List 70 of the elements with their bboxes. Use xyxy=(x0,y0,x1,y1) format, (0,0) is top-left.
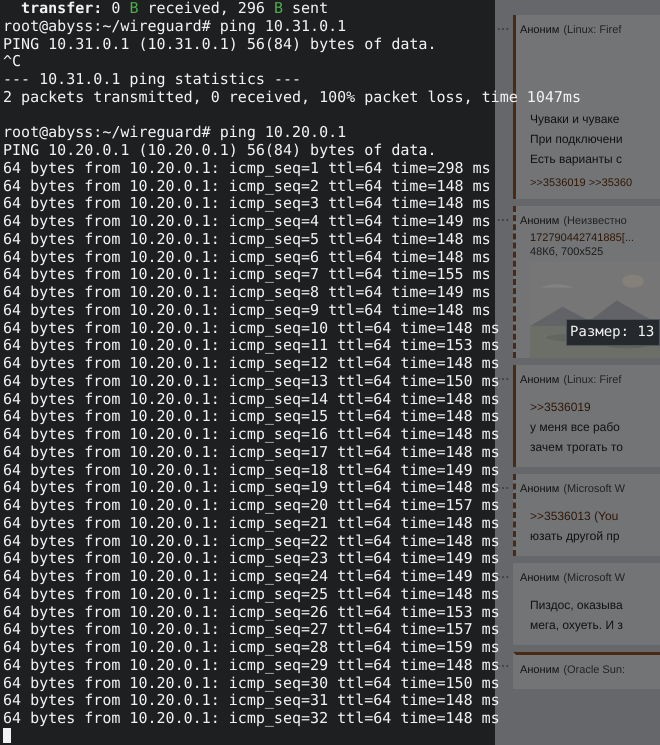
terminal-line: 64 bytes from 10.20.0.1: icmp_seq=13 ttl=64 time=150 ms xyxy=(3,372,500,390)
post-meta: (Microsoft W xyxy=(563,483,626,495)
terminal-line: 64 bytes from 10.20.0.1: icmp_seq=28 ttl=64 time=159 ms xyxy=(3,639,500,657)
terminal-line: 64 bytes from 10.20.0.1: icmp_seq=22 ttl=64 time=148 ms xyxy=(3,532,500,550)
post-meta: (Linux: Firef xyxy=(563,374,622,386)
terminal-line: 64 bytes from 10.20.0.1: icmp_seq=15 ttl=64 time=148 ms xyxy=(3,408,500,426)
post-text: Есть варианты с xyxy=(530,151,623,168)
author-name: Аноним xyxy=(520,483,560,495)
terminal-line: 64 bytes from 10.20.0.1: icmp_seq=19 ttl=64 time=148 ms xyxy=(3,479,500,497)
post-text: Чуваки и чуваке xyxy=(530,111,620,128)
terminal-line: 64 bytes from 10.20.0.1: icmp_seq=8 ttl=64 time=149 ms xyxy=(3,284,491,302)
post-text: у меня все рабо xyxy=(530,419,621,436)
tooltip: Размер: 13 xyxy=(566,319,660,346)
post-meta: (Неизвестно xyxy=(563,215,627,227)
author-name: Аноним xyxy=(520,24,560,36)
terminal-line: 64 bytes from 10.20.0.1: icmp_seq=21 ttl=64 time=148 ms xyxy=(3,514,500,532)
terminal-line: 64 bytes from 10.20.0.1: icmp_seq=31 ttl=64 time=148 ms xyxy=(3,692,500,710)
terminal-line: 64 bytes from 10.20.0.1: icmp_seq=16 ttl=64 time=148 ms xyxy=(3,426,500,444)
terminal-line: 64 bytes from 10.20.0.1: icmp_seq=27 ttl=64 time=157 ms xyxy=(3,621,500,639)
author-name: Аноним xyxy=(520,215,560,227)
terminal-line: --- 10.31.0.1 ping statistics --- xyxy=(3,71,302,89)
post-text: мега, охуеть. И з xyxy=(530,617,624,634)
more-icon[interactable] xyxy=(497,664,509,668)
terminal-line: 64 bytes from 10.20.0.1: icmp_seq=20 ttl=64 time=157 ms xyxy=(3,497,500,515)
terminal-line: 64 bytes from 10.20.0.1: icmp_seq=6 ttl=64 time=148 ms xyxy=(3,248,491,266)
terminal-line: PING 10.20.0.1 (10.20.0.1) 56(84) bytes of data. xyxy=(3,142,436,160)
terminal-line: 64 bytes from 10.20.0.1: icmp_seq=1 ttl=64 time=298 ms xyxy=(3,160,491,178)
file-link[interactable]: 172790442741885[... xyxy=(530,230,660,246)
terminal-line: 64 bytes from 10.20.0.1: icmp_seq=10 ttl=64 time=148 ms xyxy=(3,320,500,338)
more-icon[interactable] xyxy=(497,377,509,381)
author-name: Аноним xyxy=(520,374,560,386)
more-icon[interactable] xyxy=(497,486,509,490)
post-text: зачем трогать то xyxy=(530,439,624,456)
terminal-line: ^C xyxy=(3,53,22,71)
terminal-line: 64 bytes from 10.20.0.1: icmp_seq=26 ttl=64 time=153 ms xyxy=(3,604,500,622)
author-name: Аноним xyxy=(520,664,560,676)
terminal-line: 64 bytes from 10.20.0.1: icmp_seq=24 ttl=64 time=149 ms xyxy=(3,568,500,586)
terminal-line: 64 bytes from 10.20.0.1: icmp_seq=18 ttl=64 time=149 ms xyxy=(3,462,500,480)
terminal-line: 64 bytes from 10.20.0.1: icmp_seq=23 ttl=64 time=149 ms xyxy=(3,550,500,568)
file-info: 48Кб, 700x525 xyxy=(530,246,604,258)
terminal-line: 64 bytes from 10.20.0.1: icmp_seq=29 ttl=64 time=148 ms xyxy=(3,656,500,674)
terminal-line: 64 bytes from 10.20.0.1: icmp_seq=17 ttl=64 time=148 ms xyxy=(3,444,500,462)
terminal-line: root@abyss:~/wireguard# ping 10.31.0.1 xyxy=(3,18,346,36)
terminal-line: 64 bytes from 10.20.0.1: icmp_seq=14 ttl=64 time=148 ms xyxy=(3,390,500,408)
post-text: Пиздос, оказыва xyxy=(530,597,624,614)
terminal-line: 64 bytes from 10.20.0.1: icmp_seq=25 ttl=64 time=148 ms xyxy=(3,586,500,604)
terminal-line: 64 bytes from 10.20.0.1: icmp_seq=7 ttl=64 time=155 ms xyxy=(3,266,491,284)
reply-link[interactable]: >>3536019 xyxy=(530,397,660,417)
post-text: юзать другой пр xyxy=(530,528,621,545)
terminal-line: 64 bytes from 10.20.0.1: icmp_seq=2 ttl=64 time=148 ms xyxy=(3,178,491,196)
post-meta: (Linux: Firef xyxy=(563,24,622,36)
terminal-line: 64 bytes from 10.20.0.1: icmp_seq=4 ttl=64 time=149 ms xyxy=(3,213,491,231)
terminal-line: root@abyss:~/wireguard# ping 10.20.0.1 xyxy=(3,124,346,142)
more-icon[interactable] xyxy=(497,575,509,579)
terminal-line: transfer: 0 B received, 296 B sent xyxy=(20,0,328,18)
reply-link[interactable]: >>3536013 (You xyxy=(530,506,660,526)
reply-links[interactable]: >>3536019 >>35360 xyxy=(530,177,660,189)
terminal-line: 64 bytes from 10.20.0.1: icmp_seq=9 ttl=64 time=148 ms xyxy=(3,302,491,320)
post-text: При подключени xyxy=(530,131,624,148)
terminal-line: 64 bytes from 10.20.0.1: icmp_seq=11 ttl=64 time=153 ms xyxy=(3,337,500,355)
terminal-line: 64 bytes from 10.20.0.1: icmp_seq=30 ttl=64 time=150 ms xyxy=(3,674,500,692)
terminal-line: 64 bytes from 10.20.0.1: icmp_seq=32 ttl=64 time=148 ms xyxy=(3,710,500,728)
author-name: Аноним xyxy=(520,572,560,584)
post-meta: (Microsoft W xyxy=(563,572,626,584)
terminal-line: 64 bytes from 10.20.0.1: icmp_seq=3 ttl=64 time=148 ms xyxy=(3,195,491,213)
cursor-icon xyxy=(3,728,11,743)
terminal-line: 64 bytes from 10.20.0.1: icmp_seq=12 ttl=64 time=148 ms xyxy=(3,355,500,373)
terminal-line: 64 bytes from 10.20.0.1: icmp_seq=5 ttl=64 time=148 ms xyxy=(3,230,491,248)
post-meta: (Oracle Sun: xyxy=(563,664,626,676)
terminal-line: PING 10.31.0.1 (10.31.0.1) 56(84) bytes of data. xyxy=(3,36,436,54)
